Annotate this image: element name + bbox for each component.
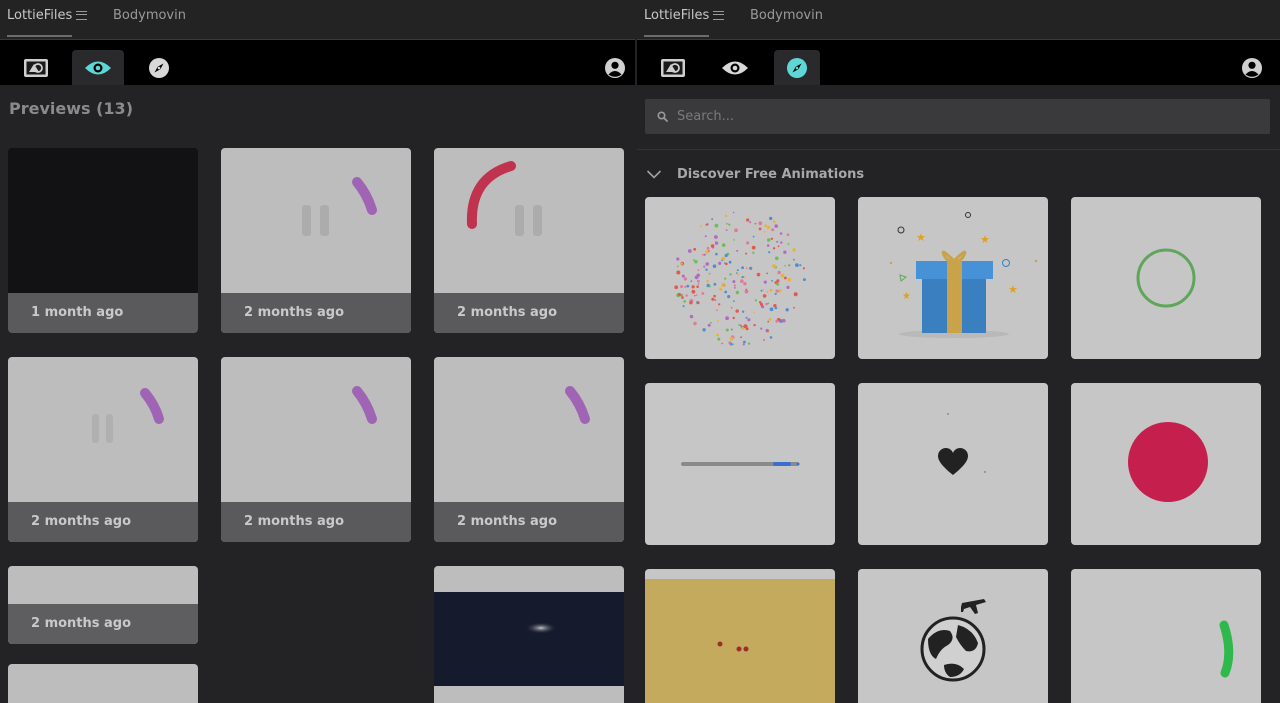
right-panel: LottieFiles Bodymovin Search... Discover… bbox=[637, 0, 1280, 703]
panel-menu-icon[interactable] bbox=[76, 11, 87, 20]
animation-card-circle[interactable] bbox=[1071, 383, 1261, 545]
preview-time: 2 months ago bbox=[221, 293, 411, 333]
preview-card[interactable]: 2 months ago bbox=[221, 357, 411, 542]
animation-card-confetti[interactable] bbox=[645, 197, 835, 359]
panel-tab-bar: LottieFiles Bodymovin bbox=[0, 0, 635, 40]
preview-card[interactable]: 2 months ago bbox=[221, 148, 411, 333]
preview-card[interactable] bbox=[8, 664, 198, 703]
lottie-toolbar bbox=[637, 40, 1280, 85]
discover-section-title: Discover Free Animations bbox=[677, 167, 865, 182]
left-panel: LottieFiles Bodymovin Previews (13) 1 mo… bbox=[0, 0, 635, 703]
preview-time: 1 month ago bbox=[8, 293, 198, 333]
user-icon bbox=[1242, 57, 1262, 78]
green-arc-thumbnail bbox=[1219, 620, 1234, 678]
eye-icon bbox=[722, 61, 748, 74]
search-icon bbox=[657, 111, 668, 122]
render-icon bbox=[661, 58, 685, 77]
discover-tool[interactable] bbox=[774, 50, 820, 85]
ring-thumbnail bbox=[1136, 248, 1196, 308]
compass-icon bbox=[787, 57, 807, 78]
panel-menu-icon[interactable] bbox=[713, 11, 724, 20]
chevron-down-icon[interactable] bbox=[646, 168, 662, 180]
progress-thumbnail bbox=[681, 462, 800, 466]
preview-time: 2 months ago bbox=[8, 502, 198, 542]
render-tool[interactable] bbox=[650, 50, 696, 85]
svg-text:★: ★ bbox=[980, 233, 990, 246]
tab-lottiefiles[interactable]: LottieFiles bbox=[7, 0, 73, 37]
user-icon bbox=[605, 57, 625, 78]
discover-tool[interactable] bbox=[136, 50, 182, 85]
pause-arc-thumbnail bbox=[302, 177, 377, 236]
render-icon bbox=[24, 58, 48, 77]
render-tool[interactable] bbox=[13, 50, 59, 85]
tab-lottiefiles[interactable]: LottieFiles bbox=[644, 0, 710, 37]
pause-arc-thumbnail bbox=[466, 161, 542, 236]
preview-card[interactable]: 2 months ago bbox=[8, 357, 198, 542]
svg-text:★: ★ bbox=[1008, 283, 1018, 296]
pause-arc-thumbnail bbox=[92, 388, 164, 443]
section-divider bbox=[637, 149, 1280, 150]
tab-bodymovin[interactable]: Bodymovin bbox=[750, 0, 823, 37]
preview-time: 2 months ago bbox=[434, 293, 624, 333]
preview-card[interactable]: 2 months ago bbox=[434, 148, 624, 333]
account-button[interactable] bbox=[592, 50, 635, 85]
search-bar bbox=[645, 99, 1270, 134]
svg-text:★: ★ bbox=[902, 291, 911, 302]
lottie-toolbar bbox=[0, 40, 635, 85]
arc-thumbnail bbox=[352, 386, 377, 424]
preview-card[interactable]: 1 month ago bbox=[8, 148, 198, 333]
animation-card-arc[interactable] bbox=[1071, 569, 1261, 703]
arc-thumbnail bbox=[565, 386, 590, 424]
animation-card-heart[interactable] bbox=[858, 383, 1048, 545]
dots-thumbnail bbox=[645, 579, 835, 703]
tab-bodymovin[interactable]: Bodymovin bbox=[113, 0, 186, 37]
panel-tab-bar: LottieFiles Bodymovin bbox=[637, 0, 1280, 40]
previews-title: Previews (13) bbox=[9, 99, 133, 118]
animation-card-progress[interactable] bbox=[645, 383, 835, 545]
svg-text:★: ★ bbox=[916, 231, 926, 244]
preview-time: 2 months ago bbox=[221, 502, 411, 542]
heart-thumbnail bbox=[938, 413, 986, 475]
eye-icon bbox=[85, 61, 111, 74]
animation-card-dots[interactable] bbox=[645, 569, 835, 703]
preview-card[interactable] bbox=[434, 566, 624, 703]
preview-card[interactable]: 2 months ago bbox=[434, 357, 624, 542]
search-input[interactable] bbox=[677, 99, 1257, 134]
preview-tool[interactable] bbox=[72, 50, 124, 85]
gift-thumbnail: ★ ★ ★ ★ bbox=[889, 212, 1038, 338]
animation-card-ring[interactable] bbox=[1071, 197, 1261, 359]
confetti-thumbnail bbox=[674, 211, 806, 346]
preview-card[interactable]: 2 months ago bbox=[8, 566, 198, 644]
preview-tool[interactable] bbox=[712, 50, 758, 85]
compass-icon bbox=[149, 57, 169, 78]
preview-time: 2 months ago bbox=[434, 502, 624, 542]
preview-time: 2 months ago bbox=[8, 604, 198, 644]
globe-thumbnail bbox=[920, 599, 986, 682]
account-button[interactable] bbox=[1229, 50, 1275, 85]
glow-thumbnail bbox=[434, 592, 624, 686]
animation-card-globe[interactable] bbox=[858, 569, 1048, 703]
circle-thumbnail bbox=[1128, 422, 1208, 502]
animation-card-gift[interactable]: ★ ★ ★ ★ bbox=[858, 197, 1048, 359]
